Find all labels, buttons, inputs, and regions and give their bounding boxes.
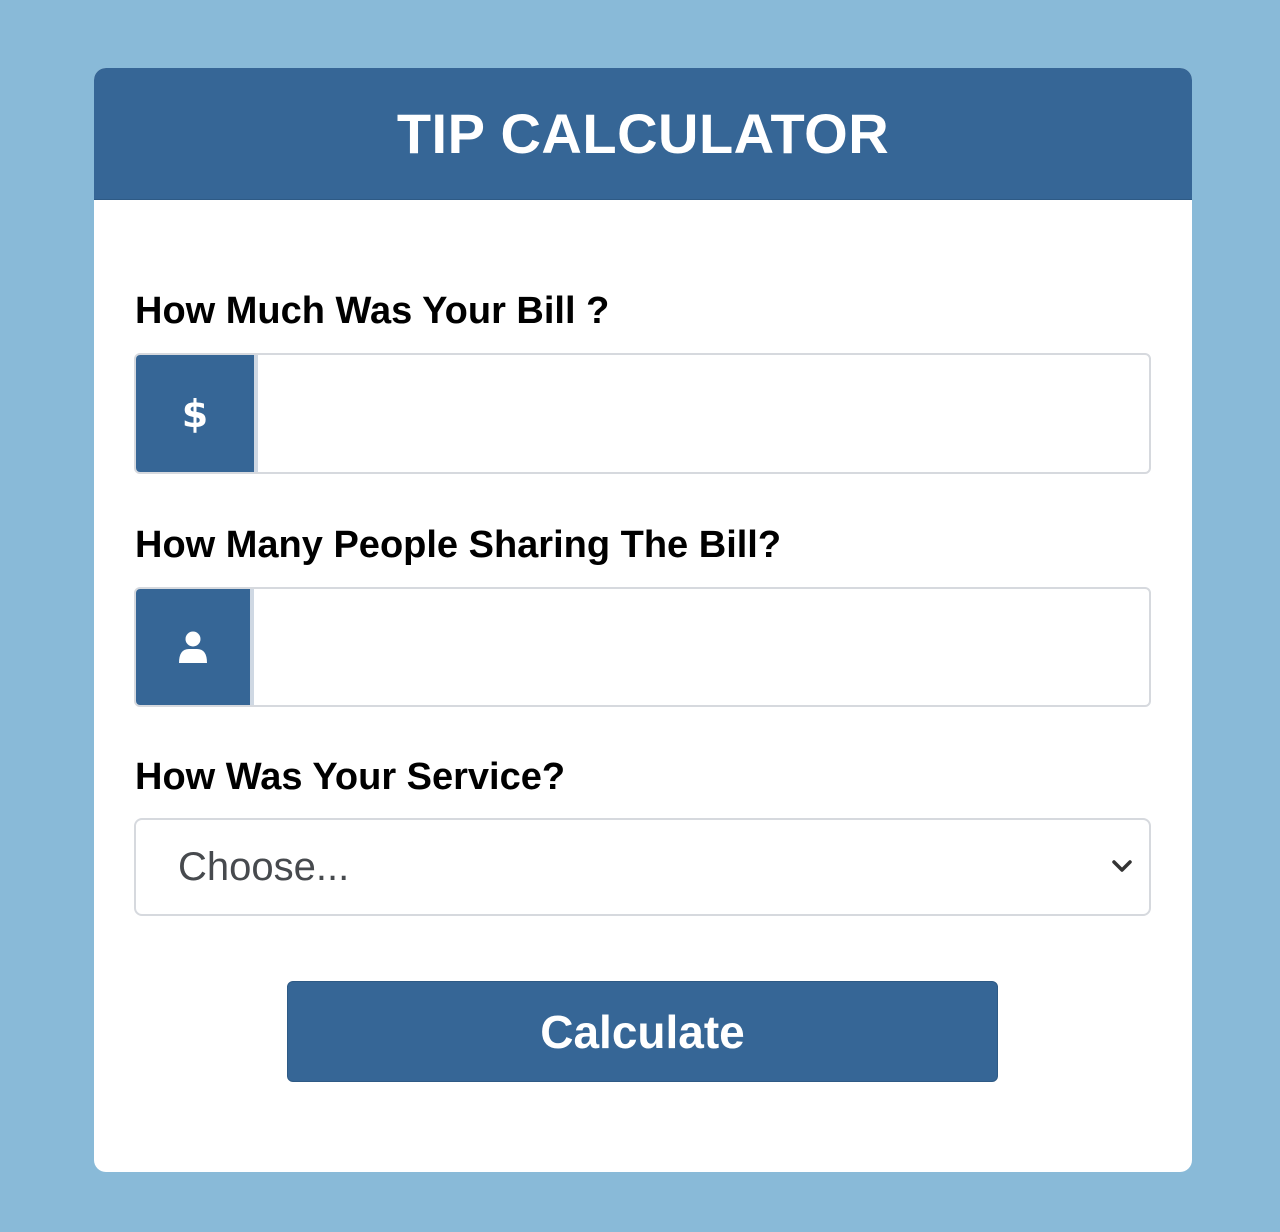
bill-amount-input[interactable] xyxy=(258,355,1149,472)
app-title: TIP CALCULATOR xyxy=(396,102,890,165)
people-input-group xyxy=(134,587,1151,707)
person-icon xyxy=(179,631,207,663)
bill-addon: $ xyxy=(136,355,258,472)
card-header: TIP CALCULATOR xyxy=(94,68,1192,200)
dollar-icon: $ xyxy=(181,391,209,436)
bill-label: How Much Was Your Bill ? xyxy=(135,290,610,332)
bill-input-group: $ xyxy=(134,353,1151,474)
service-select[interactable]: Choose... xyxy=(134,818,1151,916)
tip-calculator-card: TIP CALCULATOR How Much Was Your Bill ? … xyxy=(94,68,1192,1172)
people-label: How Many People Sharing The Bill? xyxy=(135,524,782,566)
calculate-button[interactable]: Calculate xyxy=(287,981,998,1082)
people-count-input[interactable] xyxy=(254,589,1149,705)
service-selected-value: Choose... xyxy=(178,844,350,889)
people-addon xyxy=(136,589,254,705)
service-label: How Was Your Service? xyxy=(135,756,566,798)
chevron-down-icon xyxy=(1112,860,1132,872)
